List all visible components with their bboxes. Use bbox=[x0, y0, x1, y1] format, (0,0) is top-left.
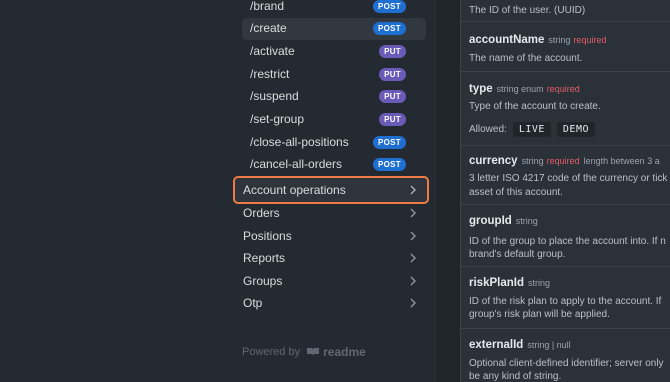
enum-value-demo: DEMO bbox=[556, 122, 595, 137]
endpoint-cancel-all-orders[interactable]: /cancel-all-orders POST bbox=[242, 154, 426, 176]
method-badge-post: POST bbox=[373, 0, 406, 13]
param-currency: currency string required length between 3 a… bbox=[461, 146, 670, 205]
param-name: riskPlanId bbox=[469, 277, 524, 289]
powered-by-readme[interactable]: Powered by readme bbox=[242, 345, 366, 359]
param-type: string | null bbox=[527, 340, 571, 350]
method-badge-post: POST bbox=[373, 136, 406, 149]
param-externalId: externalId string | null Optional client-… bbox=[461, 329, 670, 382]
param-header: type string enum required bbox=[469, 83, 580, 95]
endpoint-path: /restrict bbox=[250, 67, 290, 81]
method-badge-post: POST bbox=[373, 22, 406, 35]
param-name: groupId bbox=[469, 215, 512, 227]
chevron-right-icon bbox=[410, 208, 416, 218]
param-header: groupId string bbox=[469, 215, 538, 227]
endpoint-path: /brand bbox=[250, 0, 285, 13]
param-groupId: groupId string ID of the group to place t… bbox=[461, 205, 670, 267]
chevron-right-icon bbox=[410, 253, 416, 263]
sidebar-group-label: Reports bbox=[243, 251, 286, 265]
method-badge-put: PUT bbox=[379, 68, 406, 81]
param-required-badge: required bbox=[546, 156, 580, 166]
allowed-label: Allowed: bbox=[469, 124, 507, 135]
param-header: currency string required length between 3 a bbox=[469, 155, 660, 167]
param-allowed-values: Allowed: LIVE DEMO bbox=[469, 122, 595, 137]
param-header: riskPlanId string bbox=[469, 277, 550, 289]
endpoint-close-all-positions[interactable]: /close-all-positions POST bbox=[242, 132, 426, 154]
enum-value-live: LIVE bbox=[512, 122, 551, 137]
endpoint-brand[interactable]: /brand POST bbox=[242, 0, 426, 18]
param-header: accountName string required bbox=[469, 34, 606, 46]
chevron-right-icon bbox=[410, 298, 416, 308]
sidebar-group-label: Otp bbox=[243, 296, 263, 310]
param-name: externalId bbox=[469, 339, 524, 351]
param-description: Optional client-defined identifier; serv… bbox=[469, 358, 664, 369]
param-description: ID of the group to place the account int… bbox=[469, 236, 666, 247]
param-type-enum: type string enum required Type of the acco… bbox=[461, 72, 670, 146]
readme-logo: readme bbox=[306, 345, 366, 359]
sidebar-group-label: Groups bbox=[243, 274, 283, 288]
param-constraint: length between 3 a bbox=[583, 156, 660, 166]
param-user-id: The ID of the user. (UUID) bbox=[461, 0, 670, 22]
powered-by-text: Powered by bbox=[242, 346, 301, 358]
method-badge-post: POST bbox=[373, 158, 406, 171]
param-description: The name of the account. bbox=[469, 53, 583, 64]
param-header: externalId string | null bbox=[469, 339, 571, 351]
param-name: type bbox=[469, 83, 493, 95]
endpoint-path: /close-all-positions bbox=[250, 135, 349, 149]
param-accountName: accountName string required The name of th… bbox=[461, 22, 670, 72]
param-description: The ID of the user. (UUID) bbox=[469, 5, 586, 16]
endpoint-path: /suspend bbox=[250, 89, 299, 103]
endpoint-path: /set-group bbox=[250, 112, 305, 126]
param-type: string bbox=[548, 35, 571, 45]
param-riskPlanId: riskPlanId string ID of the risk plan to … bbox=[461, 267, 670, 329]
param-name: accountName bbox=[469, 34, 545, 46]
param-description: 3 letter ISO 4217 code of the currency o… bbox=[469, 173, 668, 184]
param-type: string bbox=[515, 216, 538, 226]
method-badge-put: PUT bbox=[379, 45, 406, 58]
method-badge-put: PUT bbox=[379, 113, 406, 126]
param-required-badge: required bbox=[573, 35, 607, 45]
chevron-right-icon bbox=[410, 185, 416, 195]
sidebar-group-label: Orders bbox=[243, 206, 280, 220]
param-type: string bbox=[521, 156, 544, 166]
param-type: string enum bbox=[496, 84, 544, 94]
endpoint-path: /activate bbox=[250, 44, 295, 58]
endpoint-activate[interactable]: /activate PUT bbox=[242, 41, 426, 63]
param-description-cont: group's risk plan will be applied. bbox=[469, 309, 610, 320]
endpoint-path: /cancel-all-orders bbox=[250, 157, 343, 171]
param-description: Type of the account to create. bbox=[469, 101, 601, 112]
chevron-right-icon bbox=[410, 231, 416, 241]
param-description-cont: brand's default group. bbox=[469, 249, 566, 260]
sidebar-group-label: Positions bbox=[243, 229, 292, 243]
sidebar: /brand POST /create POST /activate PUT /… bbox=[0, 0, 437, 382]
param-description-cont: asset of this account. bbox=[469, 187, 563, 198]
param-type: string bbox=[527, 278, 550, 288]
endpoint-set-group[interactable]: /set-group PUT bbox=[242, 109, 426, 131]
readme-brand-text: readme bbox=[323, 345, 366, 359]
method-badge-put: PUT bbox=[379, 90, 406, 103]
chevron-right-icon bbox=[410, 276, 416, 286]
param-description-cont: be any kind of string. bbox=[469, 371, 562, 382]
param-name: currency bbox=[469, 155, 518, 167]
endpoint-path: /create bbox=[250, 21, 287, 35]
sidebar-group-label: Account operations bbox=[243, 183, 346, 197]
param-description: ID of the risk plan to apply to the acco… bbox=[469, 296, 662, 307]
body-params-panel: The ID of the user. (UUID) accountName st… bbox=[460, 0, 670, 382]
readme-book-icon bbox=[307, 348, 320, 356]
param-required-badge: required bbox=[546, 84, 580, 94]
endpoint-create[interactable]: /create POST bbox=[242, 18, 426, 40]
endpoint-restrict[interactable]: /restrict PUT bbox=[242, 64, 426, 86]
sidebar-group-otp[interactable]: Otp bbox=[233, 289, 429, 317]
endpoint-suspend[interactable]: /suspend PUT bbox=[242, 86, 426, 108]
